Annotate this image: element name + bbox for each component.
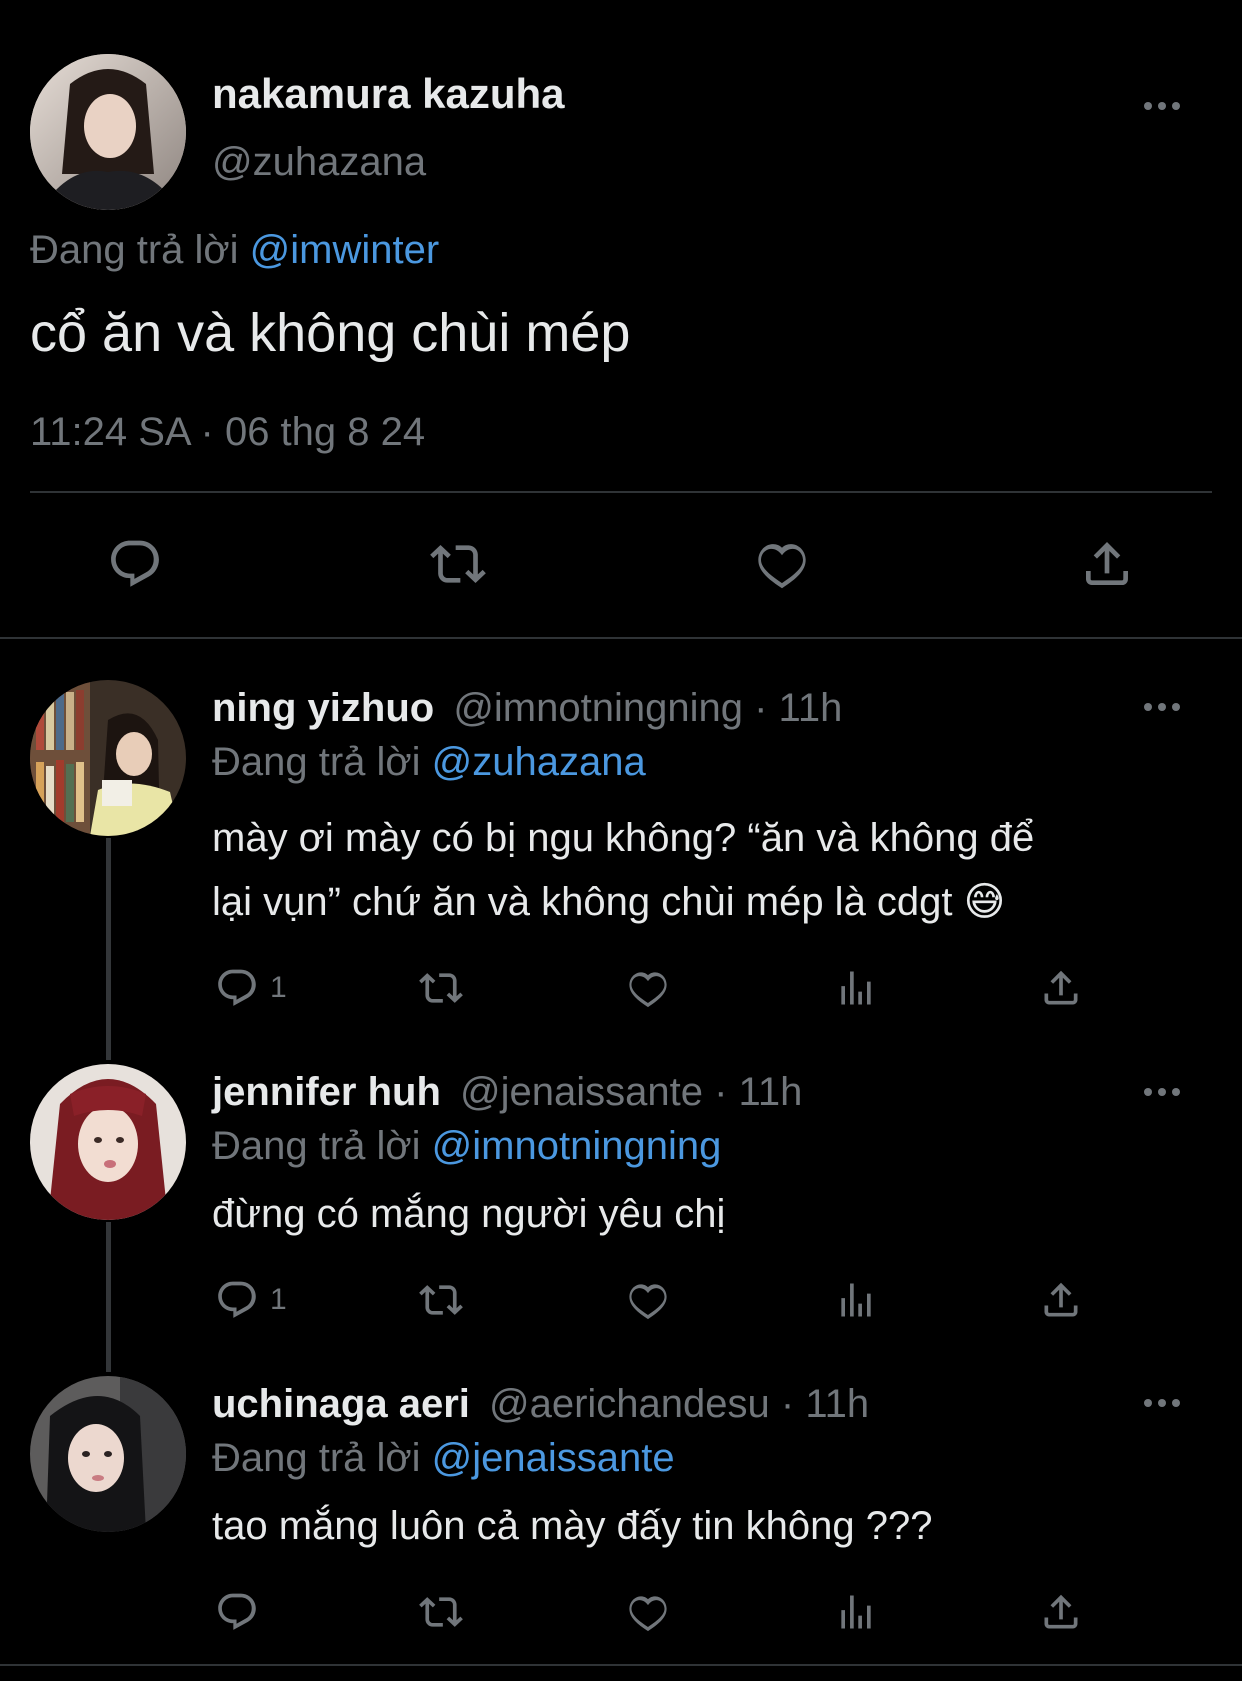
display-name[interactable]: jennifer huh xyxy=(212,1070,441,1114)
tweet-text-line: mày ơi mày có bị ngu không? “ăn và không… xyxy=(212,816,1035,860)
reply-to-link[interactable]: @jenaissante xyxy=(432,1436,675,1480)
handle[interactable]: @aerichandesu xyxy=(489,1382,770,1426)
retweet-button[interactable] xyxy=(416,966,466,1010)
reply-header: uchinaga aeri @aerichandesu · 11h xyxy=(212,1382,869,1427)
tweet-text-line: lại vụn” chứ ăn và không chùi mép là cdg… xyxy=(212,870,1034,934)
share-icon xyxy=(1044,970,1078,1005)
share-icon xyxy=(1086,542,1128,585)
views-icon xyxy=(841,971,871,1005)
views-button[interactable] xyxy=(834,966,878,1010)
more-options-icon[interactable] xyxy=(1144,1088,1180,1096)
thread-line xyxy=(106,838,111,1060)
reply-button[interactable]: 1 xyxy=(214,966,287,1010)
time[interactable]: · 11h xyxy=(781,1382,869,1426)
retweet-icon xyxy=(419,1285,463,1315)
timestamp[interactable]: 11:24 SA · 06 thg 8 24 xyxy=(30,410,425,455)
handle[interactable]: @imnotningning xyxy=(453,686,743,730)
reply-icon xyxy=(218,1281,256,1318)
avatar[interactable] xyxy=(30,54,186,210)
retweet-icon xyxy=(419,1597,463,1627)
tweet-text: mày ơi mày có bị ngu không? “ăn và không… xyxy=(212,806,1034,934)
share-button[interactable] xyxy=(1078,536,1136,592)
heart-icon xyxy=(629,972,667,1008)
time[interactable]: · 11h xyxy=(754,686,842,730)
more-options-icon[interactable] xyxy=(1144,102,1180,110)
reply-button[interactable] xyxy=(214,1590,270,1634)
display-name[interactable]: ning yizhuo xyxy=(212,686,434,730)
retweet-button[interactable] xyxy=(416,1278,466,1322)
reply-icon xyxy=(218,969,256,1006)
divider xyxy=(0,1664,1242,1666)
reply-button[interactable] xyxy=(106,536,164,592)
views-icon xyxy=(841,1283,871,1317)
reply-to-link[interactable]: @imnotningning xyxy=(432,1124,722,1168)
handle[interactable]: @zuhazana xyxy=(212,140,426,185)
reply-icon xyxy=(111,540,159,587)
replying-to: Đang trả lời @imnotningning xyxy=(212,1124,721,1169)
replying-to: Đang trả lời @jenaissante xyxy=(212,1436,675,1481)
share-button[interactable] xyxy=(1038,1590,1084,1634)
more-options-icon[interactable] xyxy=(1144,703,1180,711)
display-name[interactable]: uchinaga aeri xyxy=(212,1382,470,1426)
tweet-text: tao mắng luôn cả mày đấy tin không ??? xyxy=(212,1504,933,1548)
views-button[interactable] xyxy=(834,1278,878,1322)
like-button[interactable] xyxy=(624,1278,672,1322)
replying-to: Đang trả lời @zuhazana xyxy=(212,740,646,785)
heart-icon xyxy=(629,1284,667,1320)
retweet-button[interactable] xyxy=(416,1590,466,1634)
tweet-text-line-part: lại vụn” chứ ăn và không chùi mép là cdg… xyxy=(212,880,953,924)
time[interactable]: · 11h xyxy=(714,1070,802,1114)
reply-button[interactable]: 1 xyxy=(214,1278,287,1322)
reply-header: ning yizhuo @imnotningning · 11h xyxy=(212,686,842,731)
reply-to-link[interactable]: @imwinter xyxy=(250,228,440,272)
reply-prefix: Đang trả lời xyxy=(212,1124,421,1168)
share-icon xyxy=(1044,1282,1078,1317)
like-button[interactable] xyxy=(624,966,672,1010)
avatar[interactable] xyxy=(30,1064,186,1220)
handle[interactable]: @jenaissante xyxy=(460,1070,703,1114)
divider xyxy=(30,491,1212,493)
share-icon xyxy=(1044,1594,1078,1629)
sweat-smile-emoji: 😅 xyxy=(963,880,1006,924)
views-button[interactable] xyxy=(834,1590,878,1634)
reply-to-link[interactable]: @zuhazana xyxy=(432,740,646,784)
divider xyxy=(0,637,1242,639)
views-icon xyxy=(841,1595,871,1629)
reply-icon xyxy=(218,1593,256,1630)
like-button[interactable] xyxy=(624,1590,672,1634)
share-button[interactable] xyxy=(1038,966,1084,1010)
reply-prefix: Đang trả lời xyxy=(212,1436,421,1480)
reply-count: 1 xyxy=(270,1283,287,1316)
share-button[interactable] xyxy=(1038,1278,1084,1322)
thread-line xyxy=(106,1222,111,1372)
tweet-text: đừng có mắng người yêu chị xyxy=(212,1192,726,1236)
reply-prefix: Đang trả lời xyxy=(212,740,421,784)
heart-icon xyxy=(629,1596,667,1632)
reply-prefix: Đang trả lời xyxy=(30,228,239,272)
like-button[interactable] xyxy=(752,536,812,592)
heart-icon xyxy=(758,544,806,589)
tweet-text: cổ ăn và không chùi mép xyxy=(30,303,631,363)
retweet-icon xyxy=(430,545,486,583)
reply-count: 1 xyxy=(270,971,287,1004)
replying-to: Đang trả lời @imwinter xyxy=(30,228,439,273)
avatar[interactable] xyxy=(30,680,186,836)
retweet-icon xyxy=(419,973,463,1003)
display-name[interactable]: nakamura kazuha xyxy=(212,70,565,118)
reply-header: jennifer huh @jenaissante · 11h xyxy=(212,1070,802,1115)
more-options-icon[interactable] xyxy=(1144,1399,1180,1407)
avatar[interactable] xyxy=(30,1376,186,1532)
retweet-button[interactable] xyxy=(426,536,490,592)
